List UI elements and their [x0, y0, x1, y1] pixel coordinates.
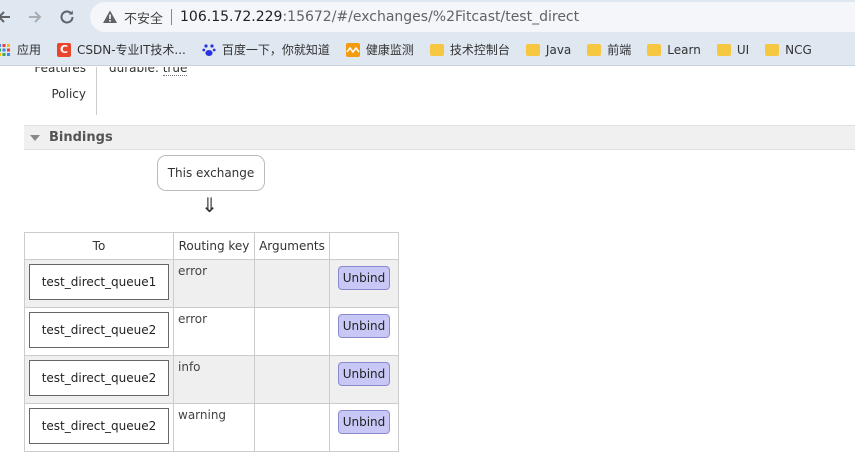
- features-label: Features: [34, 67, 86, 75]
- unbind-button[interactable]: Unbind: [338, 266, 390, 290]
- column-header-arguments: Arguments: [254, 232, 330, 260]
- bookmark-folder-ncg[interactable]: NCG: [765, 39, 812, 61]
- bookmark-folder-java[interactable]: Java: [525, 39, 572, 61]
- forward-arrow-icon: [29, 11, 42, 23]
- browser-toolbar: 不安全 106.15.72.229:15672/#/exchanges/%2Fi…: [0, 0, 855, 34]
- bindings-section-header[interactable]: Bindings: [24, 125, 855, 150]
- bookmark-csdn[interactable]: C CSDN-专业IT技术...: [57, 39, 186, 61]
- url-text[interactable]: 106.15.72.229:15672/#/exchanges/%2Fitcas…: [180, 9, 579, 25]
- policy-label: Policy: [51, 87, 86, 101]
- bookmark-health[interactable]: 健康监测: [345, 39, 414, 61]
- queue-link[interactable]: test_direct_queue2: [29, 312, 169, 348]
- table-header-row: To Routing key Arguments: [24, 232, 399, 260]
- down-arrow-icon: ⇓: [201, 193, 218, 217]
- cell-to: test_direct_queue2: [24, 403, 174, 452]
- bookmark-folder-ui[interactable]: UI: [716, 39, 750, 61]
- forward-button[interactable]: [23, 5, 47, 29]
- folder-icon: [429, 43, 444, 57]
- cell-to: test_direct_queue1: [24, 259, 174, 308]
- bindings-table: To Routing key Arguments test_direct_que…: [24, 232, 399, 452]
- exchange-properties: Features Policy durable: true: [0, 67, 300, 119]
- bindings-title: Bindings: [49, 130, 113, 145]
- url-path: :15672/#/exchanges/%2Fitcast/test_direct: [282, 9, 580, 25]
- table-row: test_direct_queue2 error Unbind: [24, 307, 399, 356]
- bookmark-apps[interactable]: 应用: [0, 39, 41, 61]
- csdn-logo-icon: C: [57, 42, 72, 57]
- bookmark-label: CSDN-专业IT技术...: [77, 43, 186, 57]
- warning-triangle-icon: [102, 9, 118, 25]
- bookmark-label: 应用: [17, 43, 42, 57]
- bookmark-label: NCG: [785, 42, 812, 57]
- security-label[interactable]: 不安全: [124, 8, 163, 27]
- cell-arguments: [254, 403, 330, 452]
- table-row: test_direct_queue2 info Unbind: [24, 355, 399, 404]
- reload-icon: [60, 10, 74, 24]
- back-arrow-icon: [0, 11, 10, 23]
- cell-routing-key: info: [173, 355, 255, 404]
- queue-link[interactable]: test_direct_queue1: [29, 264, 169, 300]
- folder-icon: [587, 43, 602, 57]
- page-content: Features Policy durable: true Bindings T…: [0, 67, 855, 469]
- folder-icon: [716, 43, 731, 57]
- table-row: test_direct_queue2 warning Unbind: [24, 403, 399, 452]
- cell-routing-key: warning: [173, 403, 255, 452]
- cell-arguments: [254, 307, 330, 356]
- bookmark-baidu[interactable]: 百度一下，你就知道: [202, 39, 330, 61]
- cell-actions: Unbind: [329, 403, 399, 452]
- column-header-routing-key: Routing key: [173, 232, 255, 260]
- bookmark-label: Learn: [667, 42, 701, 57]
- unbind-button[interactable]: Unbind: [338, 410, 390, 434]
- url-host: 106.15.72.229: [180, 9, 283, 25]
- bookmark-label: UI: [736, 42, 750, 57]
- bookmark-label: Java: [545, 42, 572, 57]
- bookmark-label: 前端: [607, 43, 632, 57]
- bookmarks-bar: 应用 C CSDN-专业IT技术... 百度一下，你就知道 健康监测 技术控制台…: [0, 34, 855, 66]
- cell-actions: Unbind: [329, 307, 399, 356]
- bookmark-label: 技术控制台: [449, 43, 510, 57]
- back-button[interactable]: [0, 5, 16, 29]
- health-icon: [345, 42, 360, 57]
- address-bar[interactable]: 不安全 106.15.72.229:15672/#/exchanges/%2Fi…: [90, 2, 855, 32]
- baidu-paw-icon: [202, 43, 216, 57]
- features-value-durable: true: [162, 67, 188, 76]
- folder-icon: [525, 43, 540, 57]
- cell-to: test_direct_queue2: [24, 355, 174, 404]
- cell-actions: Unbind: [329, 259, 399, 308]
- omnibox-separator: [171, 9, 173, 25]
- unbind-button[interactable]: Unbind: [338, 362, 390, 386]
- bookmark-folder-frontend[interactable]: 前端: [587, 39, 631, 61]
- bookmark-label: 百度一下，你就知道: [221, 43, 330, 57]
- bookmark-folder-tech-console[interactable]: 技术控制台: [429, 39, 510, 61]
- cell-arguments: [254, 259, 330, 308]
- column-header-to: To: [24, 232, 174, 260]
- folder-icon: [647, 43, 662, 57]
- features-value: durable: true: [109, 67, 188, 76]
- cell-actions: Unbind: [329, 355, 399, 404]
- property-divider: [96, 67, 97, 115]
- features-value-key: durable:: [109, 67, 159, 75]
- bookmark-folder-learn[interactable]: Learn: [647, 39, 701, 61]
- unbind-button[interactable]: Unbind: [338, 314, 390, 338]
- reload-button[interactable]: [55, 5, 79, 29]
- apps-grid-icon: [0, 43, 11, 57]
- table-row: test_direct_queue1 error Unbind: [24, 259, 399, 308]
- this-exchange-box: This exchange: [157, 155, 265, 191]
- cell-to: test_direct_queue2: [24, 307, 174, 356]
- collapse-triangle-icon: [30, 134, 40, 141]
- cell-routing-key: error: [173, 307, 255, 356]
- cell-arguments: [254, 355, 330, 404]
- queue-link[interactable]: test_direct_queue2: [29, 360, 169, 396]
- folder-icon: [765, 43, 780, 57]
- cell-routing-key: error: [173, 259, 255, 308]
- queue-link[interactable]: test_direct_queue2: [29, 408, 169, 444]
- bookmark-label: 健康监测: [365, 43, 414, 57]
- column-header-actions: [329, 232, 399, 260]
